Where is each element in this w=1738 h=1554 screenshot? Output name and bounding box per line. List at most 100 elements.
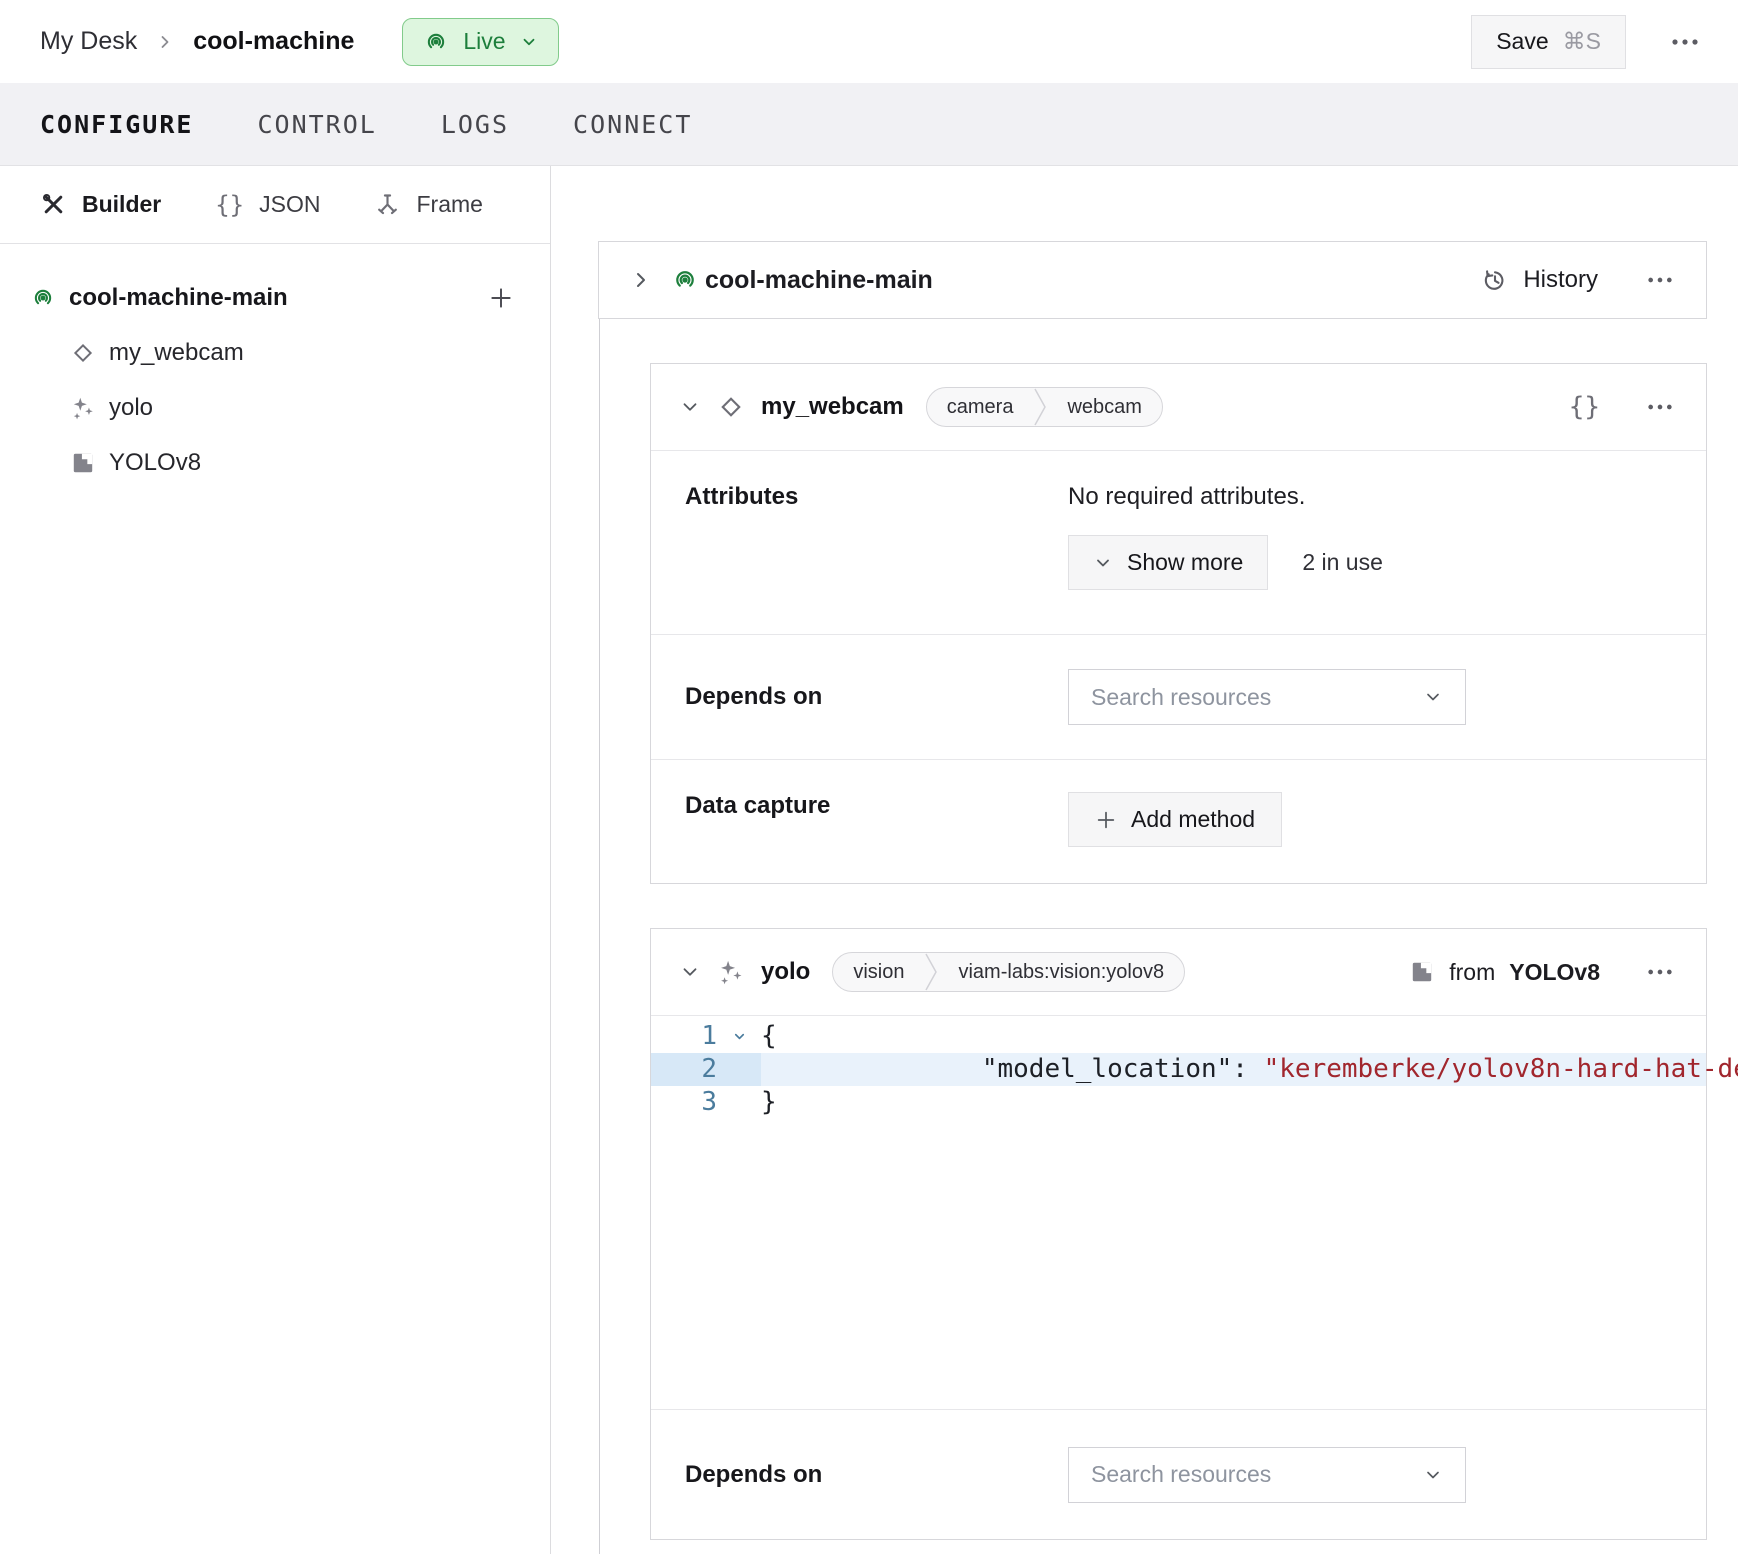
config-main-panel: cool-machine-main History: [551, 166, 1738, 1554]
data-capture-section: Data capture Add method: [651, 759, 1706, 883]
tag-divider-chevron-icon: [1033, 387, 1047, 427]
tab-logs[interactable]: LOGS: [441, 110, 509, 139]
broadcast-icon: [671, 266, 699, 294]
add-method-button[interactable]: Add method: [1068, 792, 1282, 847]
edit-json-icon[interactable]: {}: [1569, 392, 1600, 422]
attributes-json-editor[interactable]: 1 { 2 "model_location": "keremberke/yolo…: [651, 1015, 1706, 1409]
history-clock-icon: [1481, 266, 1509, 294]
show-more-label: Show more: [1127, 549, 1243, 576]
line-number: 1: [651, 1020, 717, 1053]
view-tab-builder[interactable]: Builder: [40, 191, 161, 218]
yolo-type-model-tag: vision viam-labs:vision:yolov8: [832, 952, 1185, 992]
view-tab-json-label: JSON: [259, 191, 320, 218]
add-method-label: Add method: [1131, 806, 1255, 833]
webcam-depends-on-section: Depends on Search resources: [651, 634, 1706, 759]
broadcast-icon: [423, 29, 449, 55]
from-module-name: YOLOv8: [1509, 959, 1600, 986]
tree-item-machine-part[interactable]: cool-machine-main: [0, 270, 550, 325]
part-title: cool-machine-main: [705, 266, 933, 295]
webcam-type-model-tag: camera webcam: [926, 387, 1163, 427]
tree-item-yolo[interactable]: yolo: [0, 380, 550, 435]
history-label: History: [1523, 266, 1598, 294]
component-diamond-icon: [70, 340, 96, 366]
yolo-card-header[interactable]: yolo vision viam-labs:vision:yolov8: [651, 929, 1706, 1015]
view-tab-frame-label: Frame: [416, 191, 482, 218]
top-bar: My Desk cool-machine Live Save ⌘S: [0, 0, 1738, 83]
expand-chevron-right-icon[interactable]: [629, 268, 653, 292]
yolo-resource-card: yolo vision viam-labs:vision:yolov8: [650, 928, 1707, 1540]
attributes-empty-text: No required attributes.: [1068, 483, 1672, 511]
more-menu-icon[interactable]: [1646, 275, 1674, 285]
yolo-depends-on-section: Depends on Search resources: [651, 1409, 1706, 1539]
braces-icon: {}: [215, 191, 244, 219]
from-module-link[interactable]: from YOLOv8: [1409, 959, 1600, 986]
json-string-value: "keremberke/yolov8n-hard-hat-detection": [1264, 1054, 1738, 1084]
tab-control[interactable]: CONTROL: [257, 110, 376, 139]
tools-icon: [40, 191, 67, 218]
more-menu-icon[interactable]: [1670, 37, 1700, 47]
from-prefix: from: [1449, 959, 1495, 986]
collapse-chevron-down-icon[interactable]: [679, 396, 701, 418]
plus-icon: [1095, 809, 1117, 831]
yolo-depends-on-select[interactable]: Search resources: [1068, 1447, 1466, 1503]
save-label: Save: [1496, 28, 1548, 55]
sparkles-icon: [717, 958, 745, 986]
broadcast-icon: [30, 285, 56, 311]
code-text: }: [761, 1086, 777, 1119]
depends-on-label: Depends on: [685, 685, 1068, 709]
history-button[interactable]: History: [1481, 266, 1598, 294]
webcam-depends-on-select[interactable]: Search resources: [1068, 669, 1466, 725]
data-capture-label: Data capture: [685, 792, 1068, 883]
yolo-type-tag: vision: [833, 961, 924, 984]
fold-chevron-icon[interactable]: [717, 1029, 761, 1044]
module-icon: [1409, 959, 1435, 985]
add-resource-icon[interactable]: [488, 285, 514, 311]
more-menu-icon[interactable]: [1646, 402, 1674, 412]
view-tab-frame[interactable]: Frame: [374, 191, 482, 218]
machine-part-card: cool-machine-main History: [598, 241, 1707, 319]
machine-status-live-button[interactable]: Live: [402, 18, 558, 66]
component-diamond-icon: [717, 393, 745, 421]
nav-tab-bar: CONFIGURE CONTROL LOGS CONNECT: [0, 83, 1738, 166]
attributes-in-use-count: 2 in use: [1302, 549, 1383, 576]
depends-on-placeholder: Search resources: [1091, 1461, 1271, 1488]
show-more-button[interactable]: Show more: [1068, 535, 1268, 590]
breadcrumb-chevron-icon: [155, 32, 175, 52]
chevron-down-icon: [1423, 687, 1443, 707]
yolo-model-tag: viam-labs:vision:yolov8: [938, 961, 1184, 984]
attributes-label: Attributes: [685, 483, 1068, 634]
breadcrumb-parent[interactable]: My Desk: [40, 27, 137, 56]
view-tab-builder-label: Builder: [82, 191, 161, 218]
sparkles-icon: [70, 395, 96, 421]
save-button[interactable]: Save ⌘S: [1471, 15, 1626, 69]
tree-item-label: YOLOv8: [109, 449, 201, 477]
collapse-chevron-down-icon[interactable]: [679, 961, 701, 983]
chevron-down-icon: [1423, 1465, 1443, 1485]
chevron-down-icon: [1093, 553, 1113, 573]
breadcrumb-current: cool-machine: [193, 27, 354, 56]
yolo-card-title: yolo: [761, 958, 810, 986]
resource-tree: cool-machine-main my_webcam: [0, 244, 550, 490]
breadcrumb: My Desk cool-machine: [40, 27, 354, 56]
json-separator: :: [1232, 1054, 1263, 1084]
chevron-down-icon: [520, 33, 538, 51]
config-sidebar: Builder {} JSON Frame: [0, 166, 551, 1554]
module-icon: [70, 450, 96, 476]
webcam-type-tag: camera: [927, 396, 1034, 419]
tree-item-webcam[interactable]: my_webcam: [0, 325, 550, 380]
view-tab-bar: Builder {} JSON Frame: [0, 166, 550, 244]
view-tab-json[interactable]: {} JSON: [215, 191, 320, 219]
line-number: 2: [651, 1053, 717, 1086]
webcam-resource-card: my_webcam camera webcam {} Attributes: [650, 363, 1707, 884]
depends-on-label: Depends on: [685, 1461, 1068, 1489]
line-number: 3: [651, 1086, 717, 1119]
webcam-card-header[interactable]: my_webcam camera webcam {}: [651, 364, 1706, 450]
webcam-model-tag: webcam: [1047, 396, 1161, 419]
tab-connect[interactable]: CONNECT: [573, 110, 692, 139]
depends-on-placeholder: Search resources: [1091, 684, 1271, 711]
tab-configure[interactable]: CONFIGURE: [40, 110, 193, 139]
tree-item-module[interactable]: YOLOv8: [0, 435, 550, 490]
more-menu-icon[interactable]: [1646, 967, 1674, 977]
code-line-2-active[interactable]: 2 "model_location": "keremberke/yolov8n-…: [651, 1053, 1706, 1086]
frame-axes-icon: [374, 191, 401, 218]
